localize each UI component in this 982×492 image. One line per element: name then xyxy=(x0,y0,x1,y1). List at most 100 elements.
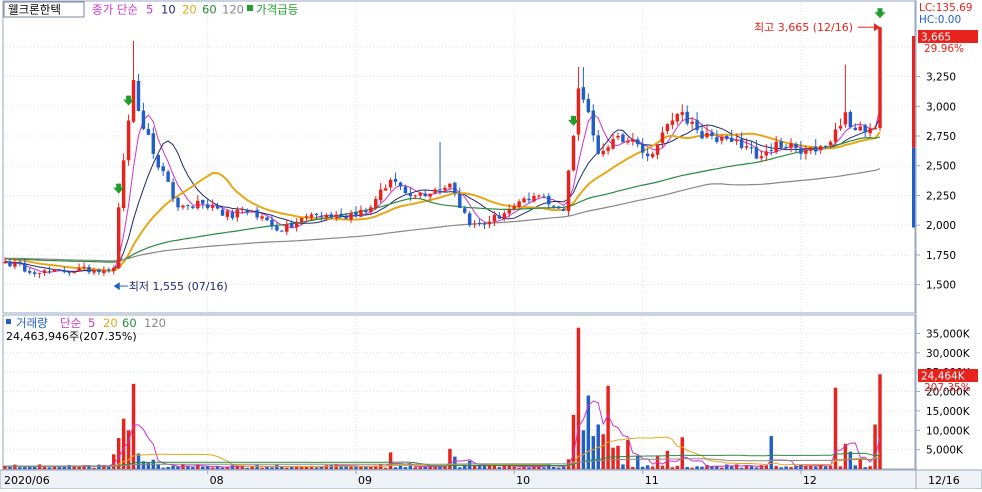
candle-body xyxy=(141,110,146,129)
volume-bar xyxy=(13,464,17,469)
candle-body xyxy=(487,221,492,225)
candle-body xyxy=(670,120,675,125)
candle-body xyxy=(344,216,348,219)
volume-bar xyxy=(823,466,828,469)
candle-body xyxy=(705,133,709,138)
candle-body xyxy=(695,120,699,131)
candle-body xyxy=(210,205,215,208)
candle-body xyxy=(299,218,304,222)
candle-body xyxy=(443,187,447,191)
volume-bar xyxy=(695,466,699,469)
volume-bar xyxy=(873,424,877,469)
candle-body xyxy=(393,178,398,182)
candle-body xyxy=(378,189,383,201)
candle-body xyxy=(621,134,625,142)
candle-body xyxy=(107,269,111,271)
volume-bar xyxy=(18,467,22,469)
candle-body xyxy=(566,170,571,212)
candle-body xyxy=(255,210,259,218)
stock-chart[interactable]: 1,500 1,750 2,000 2,250 2,500 2,750 3,000 3,250… xyxy=(0,0,982,492)
candle-body xyxy=(418,193,422,196)
candle-body xyxy=(166,171,170,182)
volume-bar xyxy=(833,387,838,469)
candle-body xyxy=(571,136,576,171)
candle-body xyxy=(601,150,605,155)
x-tick-label: 10 xyxy=(516,474,530,487)
volume-bar xyxy=(799,464,803,469)
volume-bar xyxy=(675,465,680,469)
candle-body xyxy=(843,112,848,125)
volume-bar xyxy=(754,467,759,469)
volume-bar xyxy=(191,467,195,469)
candle-body xyxy=(611,138,615,149)
volume-bar xyxy=(601,434,605,469)
volume-bar xyxy=(383,467,388,469)
volume-bar xyxy=(621,464,625,469)
candle-body xyxy=(280,230,284,232)
candle-body xyxy=(339,213,343,217)
candle-body xyxy=(126,120,131,161)
candle-body xyxy=(754,147,759,159)
volume-bar xyxy=(210,467,215,469)
x-tick-label: 12 xyxy=(803,474,817,487)
last-volume-value: 24,464K xyxy=(921,371,966,383)
candle-body xyxy=(616,136,620,138)
volume-bar xyxy=(858,459,862,469)
volume-bar xyxy=(680,437,684,469)
volume-bar xyxy=(636,455,640,469)
volume-bar xyxy=(467,460,472,469)
volume-bar xyxy=(749,466,754,469)
ma-period-20: 20 xyxy=(182,3,197,17)
candle-body xyxy=(116,207,121,269)
last-price-change: 29.96% xyxy=(924,43,964,55)
volume-bar xyxy=(492,465,497,469)
volume-bar xyxy=(789,467,793,469)
candle-body xyxy=(833,129,838,142)
candle-body xyxy=(47,271,52,273)
candle-body xyxy=(532,196,536,202)
volume-bar xyxy=(779,467,783,469)
candle-body xyxy=(492,215,497,222)
candle-body xyxy=(873,127,877,130)
stock-name: 웰크론한텍 xyxy=(8,3,61,17)
x-tick-label: 08 xyxy=(210,474,224,487)
volume-bar xyxy=(690,467,694,469)
candle-body xyxy=(814,146,818,152)
candle-body xyxy=(13,262,17,267)
volume-bar xyxy=(784,466,788,469)
candle-body xyxy=(497,215,502,219)
ma-period-10: 10 xyxy=(161,3,176,17)
volume-bar xyxy=(581,430,586,469)
volume-bar xyxy=(107,466,111,469)
candle-body xyxy=(769,150,773,152)
candle-body xyxy=(309,214,314,218)
volume-bar xyxy=(477,465,482,469)
candle-body xyxy=(146,128,151,135)
volume-bar xyxy=(670,467,675,469)
volume-bar xyxy=(339,466,343,469)
candle-body xyxy=(205,204,210,208)
volume-bar xyxy=(156,464,160,469)
candle-body xyxy=(423,193,427,197)
vol-ma-period-60: 60 xyxy=(122,316,137,330)
candle-body xyxy=(201,199,205,204)
candle-body xyxy=(734,139,739,142)
volume-bar xyxy=(205,466,210,469)
price-tick-label: 2,500 xyxy=(926,161,956,173)
volume-bar xyxy=(364,466,368,469)
volume-bar xyxy=(403,467,408,469)
x-tick-label: 11 xyxy=(645,474,659,487)
volume-bar xyxy=(774,466,778,469)
volume-ma-title: 단순 xyxy=(60,316,81,330)
candle-body xyxy=(700,131,704,139)
volume-bar xyxy=(314,467,319,469)
price-tick-label: 1,750 xyxy=(926,250,956,262)
volume-bar xyxy=(542,467,546,469)
volume-bar xyxy=(245,467,249,469)
volume-bar xyxy=(734,464,739,469)
volume-bar xyxy=(166,466,170,469)
candle-body xyxy=(458,193,462,208)
chart-canvas[interactable]: 1,500 1,750 2,000 2,250 2,500 2,750 3,000 3,250… xyxy=(0,0,982,490)
volume-bar xyxy=(359,466,363,469)
candle-body xyxy=(151,133,156,154)
